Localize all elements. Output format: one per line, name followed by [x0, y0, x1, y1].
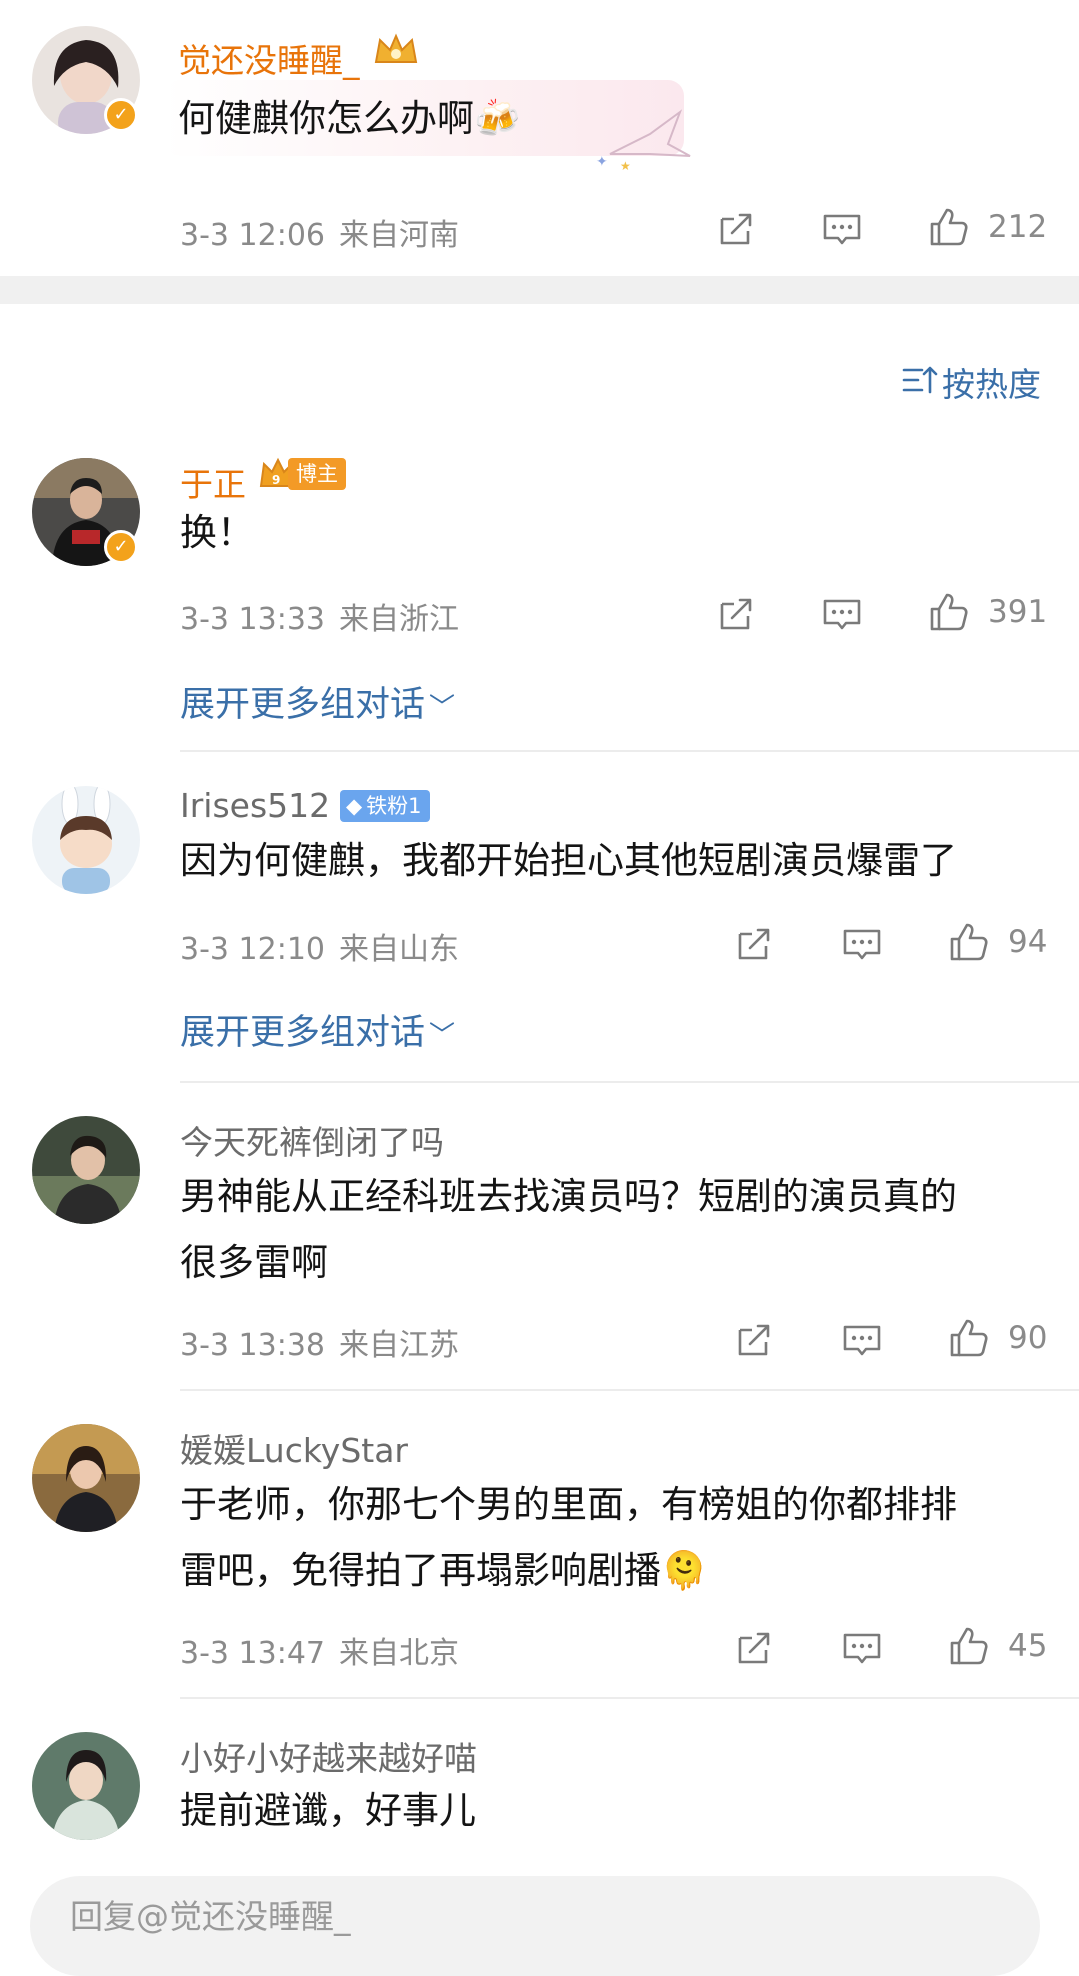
comment-time: 3-3 12:06 — [180, 218, 325, 253]
comment-item[interactable]: 今天死裤倒闭了吗 男神能从正经科班去找演员吗？短剧的演员真的 很多雷啊 3-3 … — [0, 1100, 1079, 1380]
comment-icon[interactable] — [840, 1318, 884, 1362]
expand-thread-link[interactable]: 展开更多组对话 ﹀ — [180, 1004, 455, 1055]
like-count: 90 — [1008, 1320, 1048, 1356]
reply-input[interactable]: 回复@觉还没睡醒_ — [30, 1876, 1040, 1976]
comment-text: 何健麒你怎么办啊🍻 — [178, 97, 521, 140]
expand-label: 展开更多组对话 — [180, 1013, 426, 1053]
comment-meta: 3-3 13:47 来自北京 — [180, 1628, 459, 1672]
share-icon[interactable] — [714, 592, 758, 636]
comment-meta: 3-3 12:06 来自河南 — [180, 210, 459, 254]
comment-meta: 3-3 12:10 来自山东 — [180, 924, 459, 968]
commenter-name[interactable]: 于正 — [180, 458, 246, 506]
commenter-name[interactable]: 媛媛LuckyStar — [180, 1424, 408, 1472]
comment-time: 3-3 13:33 — [180, 602, 325, 637]
divider — [180, 1081, 1079, 1083]
comment-item[interactable]: ✓ 于正 9 博主 换！ 3-3 13:33 来自浙江 391 展开更多组对话 ﹀ — [0, 440, 1079, 740]
comment-text: 因为何健麒，我都开始担心其他短剧演员爆雷了 — [180, 839, 957, 882]
commenter-name[interactable]: 觉还没睡醒_ — [178, 34, 360, 82]
like-count: 391 — [988, 594, 1048, 630]
like-count: 45 — [1008, 1628, 1048, 1664]
like-count: 212 — [988, 209, 1048, 245]
avatar[interactable] — [32, 786, 140, 894]
divider — [180, 1389, 1079, 1391]
verified-badge-icon: ✓ — [104, 530, 138, 564]
fan-badge: ◆ 铁粉1 — [340, 790, 430, 822]
share-icon[interactable] — [732, 1626, 776, 1670]
svg-text:9: 9 — [272, 473, 280, 487]
comment-location: 来自山东 — [339, 932, 459, 967]
thumbs-up-icon[interactable] — [946, 920, 990, 964]
comment-item[interactable]: 媛媛LuckyStar 于老师，你那七个男的里面，有榜姐的你都排排 雷吧，免得拍… — [0, 1408, 1079, 1688]
comment-time: 3-3 12:10 — [180, 932, 325, 967]
reply-placeholder: 回复@觉还没睡醒_ — [70, 1897, 351, 1936]
comment-item[interactable]: Irises512 ◆ 铁粉1 因为何健麒，我都开始担心其他短剧演员爆雷了 3-3… — [0, 770, 1079, 1070]
comment-text: 男神能从正经科班去找演员吗？短剧的演员真的 — [180, 1175, 957, 1218]
diamond-icon: ◆ — [346, 794, 363, 818]
expand-thread-link[interactable]: 展开更多组对话 ﹀ — [180, 676, 455, 727]
comment-meta: 3-3 13:38 来自江苏 — [180, 1320, 459, 1364]
comment-location: 来自浙江 — [339, 602, 459, 637]
crown-icon — [372, 32, 420, 68]
sort-icon — [902, 362, 938, 398]
thumbs-up-icon[interactable] — [926, 590, 970, 634]
comment-text: 提前避谶，好事儿 — [180, 1789, 476, 1832]
thumbs-up-icon[interactable] — [946, 1316, 990, 1360]
comment-location: 来自北京 — [339, 1636, 459, 1671]
comment-icon[interactable] — [840, 1626, 884, 1670]
thumbs-up-icon[interactable] — [926, 205, 970, 249]
comment-meta: 3-3 13:33 来自浙江 — [180, 594, 459, 638]
commenter-name[interactable]: 小好小好越来越好喵 — [180, 1732, 477, 1780]
commenter-name[interactable]: Irises512 — [180, 786, 330, 825]
svg-text:✦: ✦ — [596, 154, 608, 170]
share-icon[interactable] — [714, 207, 758, 251]
sort-label: 按热度 — [942, 365, 1041, 404]
divider — [180, 750, 1079, 752]
avatar[interactable] — [32, 1116, 140, 1224]
commenter-name[interactable]: 今天死裤倒闭了吗 — [180, 1116, 444, 1164]
divider — [180, 1697, 1079, 1699]
expand-label: 展开更多组对话 — [180, 685, 426, 725]
comment-icon[interactable] — [820, 207, 864, 251]
comment-time: 3-3 13:47 — [180, 1636, 325, 1671]
comment-text: 于老师，你那七个男的里面，有榜姐的你都排排 — [180, 1483, 957, 1526]
top-comment[interactable]: ✓ 觉还没睡醒_ ✦ ★ 何健麒你怎么办啊🍻 3-3 12:06 来自河南 212 — [0, 0, 1079, 272]
verified-badge-icon: ✓ — [104, 98, 138, 132]
svg-text:★: ★ — [620, 159, 631, 173]
comment-icon[interactable] — [840, 922, 884, 966]
comment-text: 换！ — [180, 511, 254, 554]
blogger-badge: 9 博主 — [258, 454, 348, 494]
share-icon[interactable] — [732, 1318, 776, 1362]
blogger-tag: 博主 — [288, 458, 346, 490]
comment-text-line-2: 雷吧，免得拍了再塌影响剧播🫠 — [180, 1549, 708, 1592]
chevron-down-icon: ﹀ — [429, 693, 456, 723]
like-count: 94 — [1008, 924, 1048, 960]
avatar[interactable] — [32, 1732, 140, 1840]
avatar[interactable] — [32, 1424, 140, 1532]
thumbs-up-icon[interactable] — [946, 1624, 990, 1668]
share-icon[interactable] — [732, 922, 776, 966]
paper-crane-icon: ✦ ★ — [590, 104, 700, 174]
comment-location: 来自河南 — [339, 218, 459, 253]
section-separator — [0, 276, 1079, 304]
comment-item[interactable]: 小好小好越来越好喵 提前避谶，好事儿 — [0, 1716, 1079, 1840]
comment-location: 来自江苏 — [339, 1328, 459, 1363]
comment-icon[interactable] — [820, 592, 864, 636]
chevron-down-icon: ﹀ — [429, 1021, 456, 1051]
comment-time: 3-3 13:38 — [180, 1328, 325, 1363]
comment-text-line-2: 很多雷啊 — [180, 1241, 328, 1284]
